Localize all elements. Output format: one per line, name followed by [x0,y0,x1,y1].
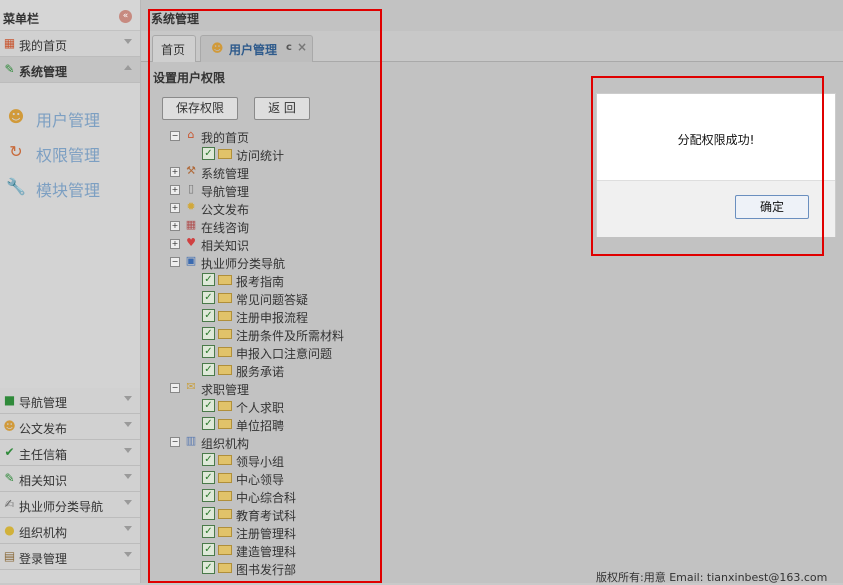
pencil-icon: ✎ [4,62,15,76]
sidebar-header: 菜单栏 « [0,0,140,31]
sidebar-item-label: 组织机构 [19,526,68,540]
sidebar-item-related-knowledge[interactable]: ✎ 相关知识 [0,466,140,492]
refresh-icon: ↻ [9,142,23,161]
pencil-icon: ✎ [4,471,15,485]
sidebar: 菜单栏 « ▦ 我的首页 ✎ 系统管理 ☻ 用户管理 ↻ 权限管理 🔧 模块管理… [0,0,141,583]
sidebar-item-label: 我的首页 [19,39,68,53]
edit-icon: ✍ [4,497,15,511]
chevron-down-icon [124,39,132,44]
sidebar-item-label: 系统管理 [19,65,68,79]
highlight-box-tree [148,9,382,583]
nav-link-label: 用户管理 [36,111,101,130]
sidebar-item-label: 公文发布 [19,422,68,436]
chevron-down-icon [124,422,132,427]
nav-link-label: 模块管理 [36,181,101,200]
check-icon: ✔ [4,445,15,459]
chevron-down-icon [124,396,132,401]
nav-link-user-management[interactable]: ☻ 用户管理 [6,104,136,132]
sidebar-item-label: 执业师分类导航 [19,500,104,514]
wrench-icon: 🔧 [6,177,26,196]
chevron-up-icon [124,65,132,70]
chevron-down-icon [124,448,132,453]
chevron-down-icon [124,552,132,557]
sidebar-item-label: 导航管理 [19,396,68,410]
sidebar-item-login-management[interactable]: ▤ 登录管理 [0,544,140,570]
sidebar-item-system[interactable]: ✎ 系统管理 [0,57,140,83]
sidebar-item-label: 相关知识 [19,474,68,488]
nav-link-permission-management[interactable]: ↻ 权限管理 [6,139,136,167]
users-icon: ☻ [7,107,25,126]
sidebar-item-label: 登录管理 [19,552,68,566]
sidebar-item-nav-management[interactable]: ■ 导航管理 [0,388,140,414]
highlight-box-dialog [591,76,824,256]
users-icon: ☻ [3,419,16,433]
collapse-icon[interactable]: « [119,10,132,23]
sidebar-item-organization[interactable]: ● 组织机构 [0,518,140,544]
chevron-down-icon [124,500,132,505]
sidebar-item-home[interactable]: ▦ 我的首页 [0,31,140,57]
nav-link-module-management[interactable]: 🔧 模块管理 [6,174,136,202]
grid-icon: ▦ [3,36,16,50]
chevron-down-icon [124,526,132,531]
bulb-icon: ● [4,523,15,537]
sidebar-title: 菜单栏 [3,12,40,26]
sidebar-item-practitioner-nav[interactable]: ✍ 执业师分类导航 [0,492,140,518]
map-icon: ■ [3,393,16,407]
sidebar-item-document-release[interactable]: ☻ 公文发布 [0,414,140,440]
nav-link-label: 权限管理 [36,146,101,165]
login-icon: ▤ [3,549,16,563]
chevron-down-icon [124,474,132,479]
sidebar-item-label: 主任信箱 [19,448,68,462]
sidebar-item-director-mailbox[interactable]: ✔ 主任信箱 [0,440,140,466]
